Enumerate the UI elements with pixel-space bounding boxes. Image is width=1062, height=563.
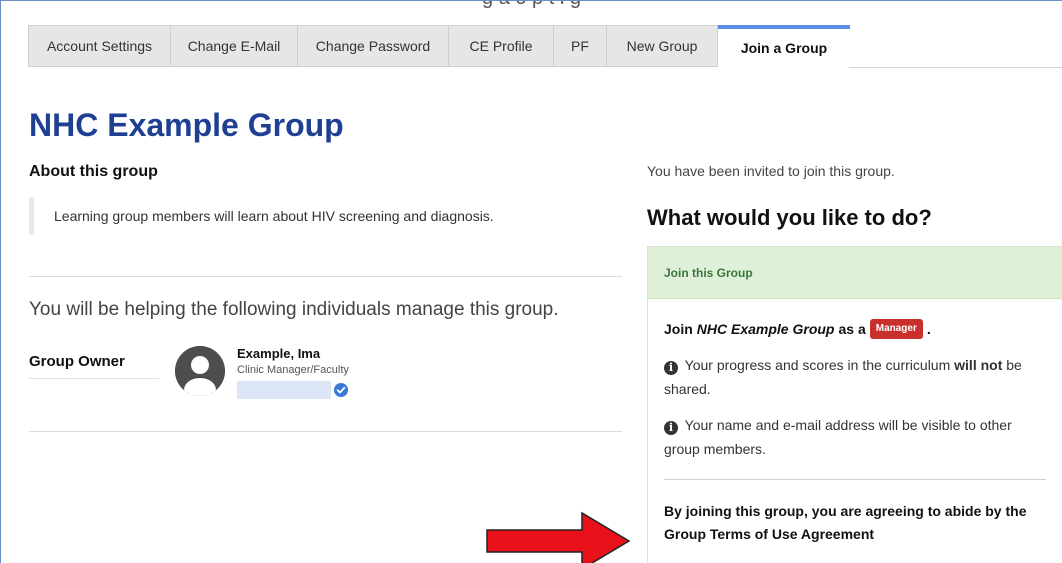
note1-pre: Your progress and scores in the curricul…: [684, 357, 951, 373]
action-question-heading: What would you like to do?: [647, 205, 932, 230]
avatar: [175, 346, 225, 396]
app-frame: g a o p t i g Account Settings Change E-…: [0, 0, 1062, 563]
join-as-text: as a: [838, 321, 866, 337]
note1-bold: will not: [954, 357, 1003, 373]
section-divider-top: [29, 276, 622, 277]
join-prefix: Join: [664, 321, 693, 337]
panel-title: Join this Group: [664, 265, 753, 280]
group-description-text: Learning group members will learn about …: [54, 208, 494, 224]
panel-divider: [664, 479, 1046, 480]
tab-ce-profile[interactable]: CE Profile: [449, 25, 554, 67]
role-badge: Manager: [869, 319, 923, 339]
tabs-baseline: [849, 67, 1062, 68]
join-as-role-line: Join NHC Example Group as a Manager .: [664, 319, 1046, 339]
tab-change-email[interactable]: Change E-Mail: [171, 25, 298, 67]
join-group-panel-body: Join NHC Example Group as a Manager . i …: [648, 319, 1062, 546]
info-circle-icon: i: [664, 361, 678, 375]
tab-change-password[interactable]: Change Password: [298, 25, 449, 67]
about-heading: About this group: [29, 163, 158, 180]
info-circle-icon: i: [664, 421, 678, 435]
invitation-text: You have been invited to join this group…: [647, 163, 895, 179]
join-group-panel: Join this Group Join NHC Example Group a…: [647, 246, 1062, 563]
tab-new-group[interactable]: New Group: [607, 25, 718, 67]
tab-account-settings[interactable]: Account Settings: [28, 25, 171, 67]
cropped-caption: g a o p t i g: [1, 1, 1062, 9]
tab-join-a-group[interactable]: Join a Group: [718, 25, 850, 67]
owner-name[interactable]: Example, Ima: [237, 346, 320, 361]
terms-agreement-text: By joining this group, you are agreeing …: [664, 503, 1027, 542]
join-group-name: NHC Example Group: [696, 321, 835, 337]
settings-tabs: Account Settings Change E-Mail Change Pa…: [28, 25, 850, 67]
owner-role: Clinic Manager/Faculty: [237, 364, 349, 376]
check-circle-icon: [334, 383, 348, 397]
join-suffix: .: [926, 321, 931, 337]
join-group-panel-header[interactable]: Join this Group: [648, 247, 1062, 299]
group-owner-label: Group Owner: [29, 353, 159, 379]
privacy-note-visibility: i Your name and e-mail address will be v…: [664, 413, 1046, 461]
group-description: Learning group members will learn about …: [29, 197, 589, 235]
managers-intro-text: You will be helping the following indivi…: [29, 299, 559, 320]
red-arrow-icon: [486, 511, 631, 563]
user-silhouette-icon: [175, 346, 225, 396]
privacy-note-progress: i Your progress and scores in the curric…: [664, 353, 1046, 401]
tab-pf[interactable]: PF: [554, 25, 607, 67]
section-divider-bottom: [29, 431, 622, 432]
note2-text: Your name and e-mail address will be vis…: [664, 417, 1012, 457]
page-title: NHC Example Group: [29, 107, 344, 143]
owner-email-redacted: [237, 381, 331, 399]
